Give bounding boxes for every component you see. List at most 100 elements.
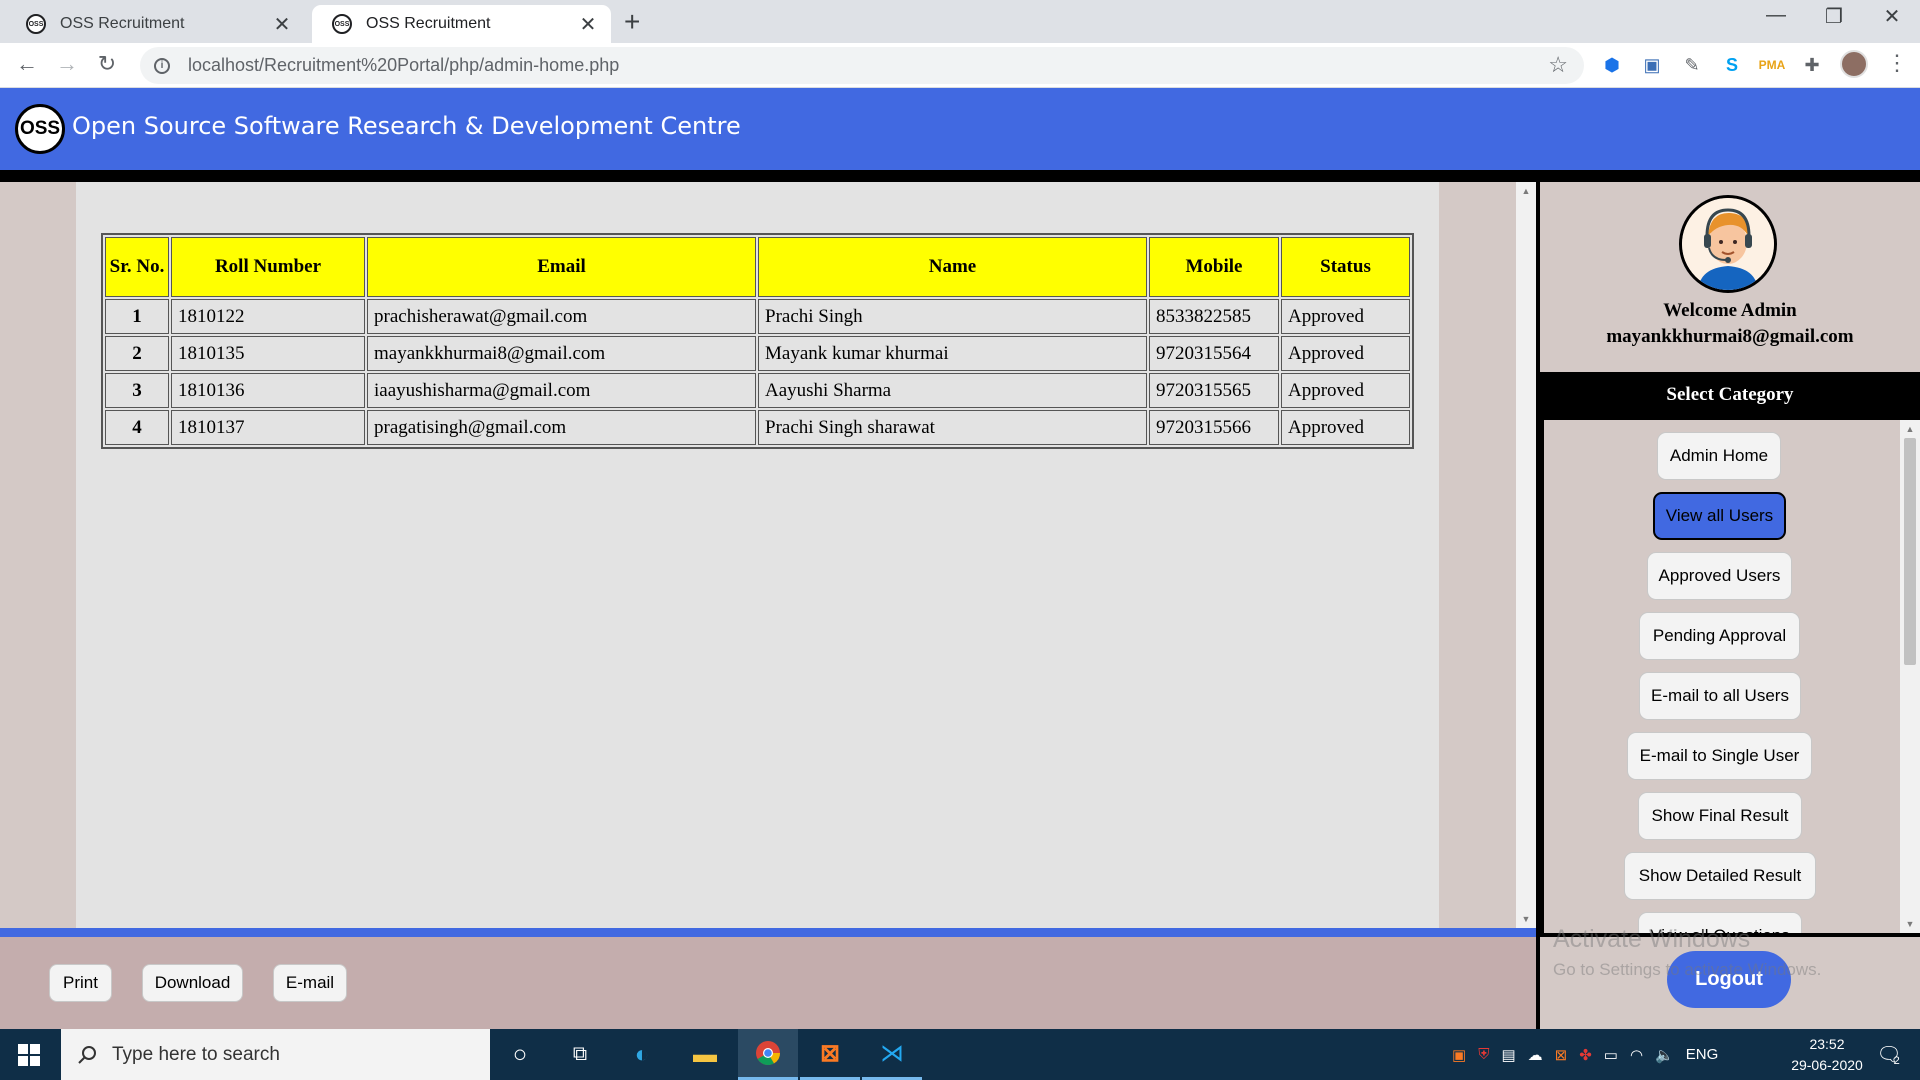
back-icon[interactable]: ← [12, 51, 42, 77]
windows-start-icon[interactable] [18, 1044, 40, 1066]
tray-volume-icon[interactable]: 🔈 [1655, 1046, 1674, 1064]
new-tab-icon[interactable]: + [624, 8, 640, 36]
profile-avatar-icon[interactable] [1840, 50, 1868, 78]
sr-no-cell: 4 [105, 410, 169, 445]
column-header-roll-number: Roll Number [171, 237, 365, 297]
scroll-up-icon[interactable]: ▲ [1900, 424, 1920, 434]
menu-email-single-user-button[interactable]: E-mail to Single User [1627, 732, 1812, 780]
status-cell: Approved [1281, 336, 1410, 371]
oss-logo: OSS [15, 104, 65, 154]
tray-shield-icon[interactable]: ⛨ [1478, 1046, 1489, 1063]
edge-icon[interactable]: ◐ [612, 1029, 672, 1080]
site-info-icon[interactable]: i [154, 57, 170, 74]
chrome-icon[interactable] [738, 1029, 798, 1080]
table-row: 1 1810122 prachisherawat@gmail.com Prach… [105, 299, 1410, 334]
scroll-down-icon[interactable]: ▼ [1516, 914, 1536, 924]
tray-xampp-control-icon[interactable]: ⊠ [1555, 1046, 1568, 1064]
tab-title: OSS Recruitment [366, 15, 491, 32]
column-header-mobile: Mobile [1149, 237, 1279, 297]
users-table: Sr. No. Roll Number Email Name Mobile St… [101, 233, 1414, 449]
email-cell: pragatisingh@gmail.com [367, 410, 756, 445]
forward-icon[interactable]: → [52, 51, 82, 77]
browser-tab-active[interactable]: OSS OSS Recruitment ✕ [312, 5, 611, 43]
taskbar-clock[interactable]: 23:52 29-06-2020 [1782, 1034, 1872, 1076]
cortana-icon[interactable]: ○ [490, 1029, 550, 1080]
browser-tab-strip: OSS OSS Recruitment ✕ OSS OSS Recruitmen… [0, 0, 1920, 43]
content-scrollbar[interactable]: ▲ ▼ [1516, 182, 1536, 928]
notification-count: 2 [1893, 1054, 1900, 1067]
menu-approved-users-button[interactable]: Approved Users [1647, 552, 1792, 600]
close-window-icon[interactable]: ✕ [1872, 4, 1912, 29]
extension-eyedropper-icon[interactable]: ✎ [1680, 53, 1704, 77]
bookmark-star-icon[interactable]: ☆ [1548, 52, 1568, 78]
table-row: 4 1810137 pragatisingh@gmail.com Prachi … [105, 410, 1410, 445]
mobile-cell: 9720315565 [1149, 373, 1279, 408]
extensions-puzzle-icon[interactable]: ✚ [1800, 53, 1824, 77]
scroll-up-icon[interactable]: ▲ [1516, 186, 1536, 196]
tray-cloud-icon[interactable]: ☁ [1528, 1046, 1543, 1064]
sr-no-cell: 2 [105, 336, 169, 371]
activate-windows-title: Activate Windows [1553, 925, 1751, 953]
site-header: OSS Open Source Software Research & Deve… [0, 88, 1920, 170]
tray-keyboard-icon[interactable]: ▤ [1501, 1046, 1515, 1064]
menu-email-all-users-button[interactable]: E-mail to all Users [1639, 672, 1801, 720]
menu-kebab-icon[interactable]: ⋮ [1886, 50, 1908, 76]
roll-number-cell: 1810135 [171, 336, 365, 371]
close-tab-icon[interactable]: ✕ [271, 12, 293, 37]
oss-favicon-icon: OSS [332, 14, 352, 34]
column-header-email: Email [367, 237, 756, 297]
scroll-thumb[interactable] [1904, 438, 1916, 665]
category-title: Select Category [1540, 372, 1920, 418]
skype-icon[interactable]: S [1720, 53, 1744, 77]
task-view-icon[interactable]: ⧉ [550, 1029, 610, 1080]
tab-title: OSS Recruitment [60, 15, 185, 32]
table-row: 2 1810135 mayankkhurmai8@gmail.com Mayan… [105, 336, 1410, 371]
roll-number-cell: 1810122 [171, 299, 365, 334]
minimize-icon[interactable]: — [1756, 4, 1796, 27]
profile-panel: Welcome Admin mayankkhurmai8@gmail.com [1540, 182, 1920, 372]
email-button[interactable]: E-mail [273, 964, 347, 1002]
address-bar[interactable]: i localhost/Recruitment%20Portal/php/adm… [140, 47, 1584, 84]
print-button[interactable]: Print [49, 964, 112, 1002]
windows-taskbar: Type here to search ○ ⧉ ◐ ▬ ⊠ ⋊ ▣ ⛨ ▤ ☁ … [0, 1029, 1920, 1080]
reload-icon[interactable]: ↻ [92, 51, 122, 77]
tray-battery-icon[interactable]: ▭ [1604, 1046, 1618, 1064]
maximize-icon[interactable]: ❐ [1814, 4, 1854, 29]
category-menu: Admin Home View all Users Approved Users… [1544, 420, 1920, 933]
system-tray: ▣ ⛨ ▤ ☁ ⊠ ✤ ▭ ◠ 🔈 ENG [1452, 1029, 1718, 1080]
menu-scrollbar[interactable]: ▲ ▼ [1900, 420, 1920, 933]
tray-xampp-icon[interactable]: ▣ [1452, 1046, 1466, 1064]
search-placeholder: Type here to search [112, 1043, 280, 1065]
menu-view-all-users-button[interactable]: View all Users [1653, 492, 1786, 540]
oss-favicon-icon: OSS [26, 14, 46, 34]
name-cell: Aayushi Sharma [758, 373, 1147, 408]
table-header-row: Sr. No. Roll Number Email Name Mobile St… [105, 237, 1410, 297]
language-indicator[interactable]: ENG [1686, 1046, 1719, 1063]
scroll-down-icon[interactable]: ▼ [1900, 919, 1920, 929]
menu-show-detailed-result-button[interactable]: Show Detailed Result [1624, 852, 1816, 900]
download-button[interactable]: Download [142, 964, 243, 1002]
phpmyadmin-icon[interactable]: PMA [1759, 53, 1786, 77]
notification-center-icon[interactable]: 🗨 2 [1868, 1029, 1908, 1080]
xampp-icon[interactable]: ⊠ [800, 1029, 860, 1080]
extension-printer-icon[interactable]: ▣ [1640, 53, 1664, 77]
action-footer: Print Download E-mail [0, 937, 1536, 1029]
column-header-status: Status [1281, 237, 1410, 297]
extension-cube-icon[interactable]: ⬢ [1600, 53, 1624, 77]
roll-number-cell: 1810136 [171, 373, 365, 408]
close-tab-icon[interactable]: ✕ [577, 12, 599, 37]
tray-people-icon[interactable]: ✤ [1579, 1046, 1592, 1064]
browser-tab[interactable]: OSS OSS Recruitment ✕ [6, 5, 305, 43]
admin-avatar [1679, 195, 1777, 293]
menu-show-final-result-button[interactable]: Show Final Result [1638, 792, 1802, 840]
clock-date: 29-06-2020 [1791, 1057, 1863, 1073]
header-divider [0, 170, 1920, 182]
menu-pending-approval-button[interactable]: Pending Approval [1639, 612, 1800, 660]
taskbar-search[interactable]: Type here to search [61, 1029, 490, 1080]
name-cell: Mayank kumar khurmai [758, 336, 1147, 371]
menu-admin-home-button[interactable]: Admin Home [1657, 432, 1781, 480]
status-cell: Approved [1281, 299, 1410, 334]
tray-wifi-icon[interactable]: ◠ [1630, 1046, 1643, 1064]
vscode-icon[interactable]: ⋊ [862, 1029, 922, 1080]
file-explorer-icon[interactable]: ▬ [675, 1029, 735, 1080]
